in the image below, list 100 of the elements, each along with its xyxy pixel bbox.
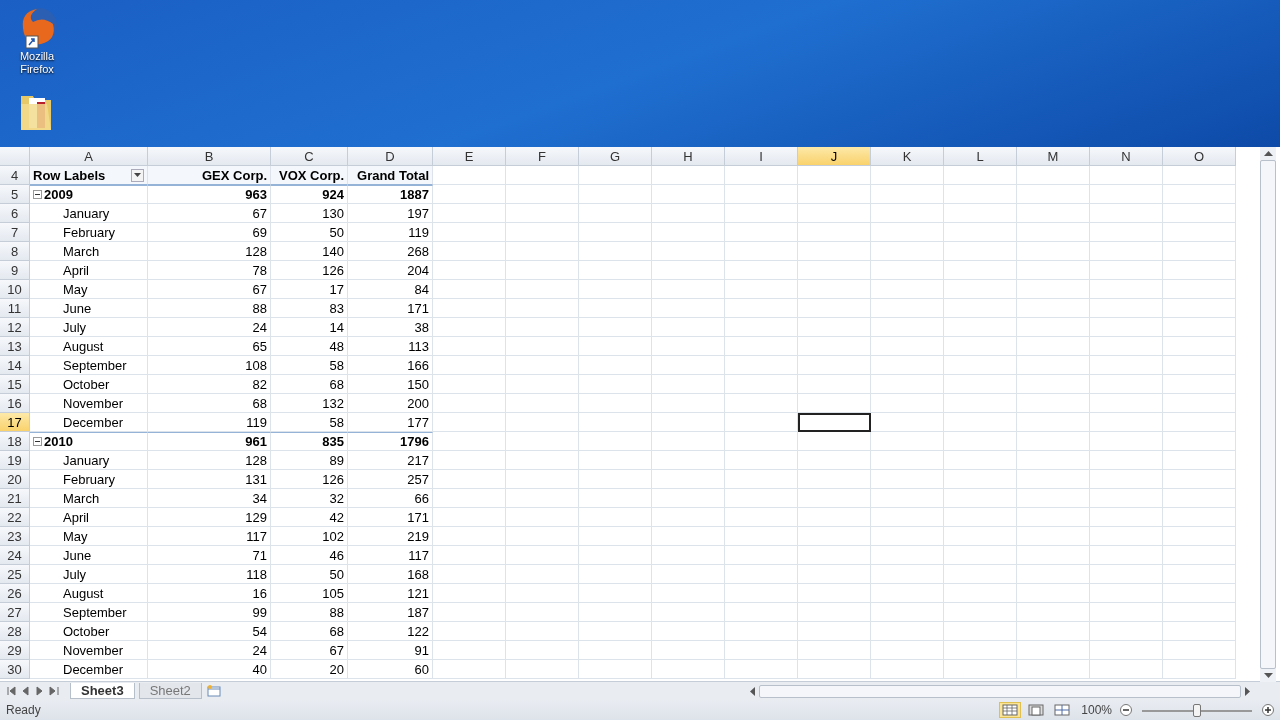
empty-cell[interactable]	[1090, 318, 1163, 337]
empty-cell[interactable]	[725, 413, 798, 432]
empty-cell[interactable]	[433, 508, 506, 527]
empty-cell[interactable]	[1017, 565, 1090, 584]
empty-cell[interactable]	[725, 622, 798, 641]
active-cell[interactable]	[798, 413, 871, 432]
row-header[interactable]: 5	[0, 185, 30, 204]
empty-cell[interactable]	[506, 546, 579, 565]
row-header[interactable]: 30	[0, 660, 30, 679]
empty-cell[interactable]	[944, 641, 1017, 660]
empty-cell[interactable]	[1017, 318, 1090, 337]
empty-cell[interactable]	[433, 432, 506, 451]
empty-cell[interactable]	[798, 622, 871, 641]
sheet-tab[interactable]: Sheet2	[138, 683, 202, 699]
empty-cell[interactable]	[506, 622, 579, 641]
empty-cell[interactable]	[871, 432, 944, 451]
empty-cell[interactable]	[871, 242, 944, 261]
empty-cell[interactable]	[798, 337, 871, 356]
empty-cell[interactable]	[506, 565, 579, 584]
empty-cell[interactable]	[1090, 413, 1163, 432]
empty-cell[interactable]	[652, 546, 725, 565]
empty-cell[interactable]	[1163, 242, 1236, 261]
empty-cell[interactable]	[871, 603, 944, 622]
empty-cell[interactable]	[1017, 432, 1090, 451]
empty-cell[interactable]	[579, 622, 652, 641]
empty-cell[interactable]	[1017, 584, 1090, 603]
empty-cell[interactable]	[1017, 394, 1090, 413]
empty-cell[interactable]	[944, 451, 1017, 470]
empty-cell[interactable]	[652, 166, 725, 185]
empty-cell[interactable]	[871, 261, 944, 280]
empty-cell[interactable]	[798, 166, 871, 185]
column-header[interactable]: K	[871, 147, 944, 166]
empty-cell[interactable]	[1090, 451, 1163, 470]
empty-cell[interactable]	[652, 489, 725, 508]
empty-cell[interactable]	[798, 508, 871, 527]
empty-cell[interactable]	[1017, 508, 1090, 527]
row-header[interactable]: 14	[0, 356, 30, 375]
empty-cell[interactable]	[506, 394, 579, 413]
empty-cell[interactable]	[1090, 261, 1163, 280]
empty-cell[interactable]	[1163, 546, 1236, 565]
empty-cell[interactable]	[1163, 470, 1236, 489]
empty-cell[interactable]	[433, 299, 506, 318]
empty-cell[interactable]	[944, 375, 1017, 394]
empty-cell[interactable]	[579, 166, 652, 185]
empty-cell[interactable]	[506, 242, 579, 261]
zoom-in-button[interactable]	[1262, 704, 1274, 716]
empty-cell[interactable]	[506, 489, 579, 508]
column-header[interactable]: F	[506, 147, 579, 166]
empty-cell[interactable]	[1090, 527, 1163, 546]
empty-cell[interactable]	[944, 546, 1017, 565]
empty-cell[interactable]	[506, 318, 579, 337]
empty-cell[interactable]	[579, 318, 652, 337]
empty-cell[interactable]	[1163, 166, 1236, 185]
column-header[interactable]: N	[1090, 147, 1163, 166]
empty-cell[interactable]	[871, 489, 944, 508]
empty-cell[interactable]	[433, 451, 506, 470]
empty-cell[interactable]	[1090, 204, 1163, 223]
empty-cell[interactable]	[725, 489, 798, 508]
empty-cell[interactable]	[433, 565, 506, 584]
collapse-icon[interactable]	[33, 437, 42, 446]
empty-cell[interactable]	[798, 546, 871, 565]
empty-cell[interactable]	[506, 204, 579, 223]
empty-cell[interactable]	[1163, 622, 1236, 641]
empty-cell[interactable]	[1163, 489, 1236, 508]
column-header[interactable]: L	[944, 147, 1017, 166]
filter-dropdown-button[interactable]	[131, 168, 144, 182]
scroll-up-icon[interactable]	[1263, 151, 1273, 156]
row-header[interactable]: 12	[0, 318, 30, 337]
empty-cell[interactable]	[725, 394, 798, 413]
row-header[interactable]: 16	[0, 394, 30, 413]
empty-cell[interactable]	[1163, 356, 1236, 375]
empty-cell[interactable]	[652, 261, 725, 280]
empty-cell[interactable]	[725, 299, 798, 318]
empty-cell[interactable]	[944, 508, 1017, 527]
empty-cell[interactable]	[652, 204, 725, 223]
empty-cell[interactable]	[1017, 299, 1090, 318]
empty-cell[interactable]	[652, 185, 725, 204]
row-header[interactable]: 18	[0, 432, 30, 451]
empty-cell[interactable]	[725, 584, 798, 603]
empty-cell[interactable]	[725, 603, 798, 622]
empty-cell[interactable]	[579, 489, 652, 508]
column-header[interactable]: O	[1163, 147, 1236, 166]
empty-cell[interactable]	[798, 394, 871, 413]
empty-cell[interactable]	[433, 470, 506, 489]
empty-cell[interactable]	[1163, 527, 1236, 546]
empty-cell[interactable]	[944, 622, 1017, 641]
empty-cell[interactable]	[433, 584, 506, 603]
empty-cell[interactable]	[1090, 223, 1163, 242]
empty-cell[interactable]	[871, 356, 944, 375]
empty-cell[interactable]	[1090, 394, 1163, 413]
empty-cell[interactable]	[579, 204, 652, 223]
empty-cell[interactable]	[579, 508, 652, 527]
empty-cell[interactable]	[1090, 166, 1163, 185]
empty-cell[interactable]	[1090, 470, 1163, 489]
empty-cell[interactable]	[579, 546, 652, 565]
empty-cell[interactable]	[652, 451, 725, 470]
empty-cell[interactable]	[798, 261, 871, 280]
empty-cell[interactable]	[1163, 641, 1236, 660]
empty-cell[interactable]	[944, 204, 1017, 223]
empty-cell[interactable]	[652, 375, 725, 394]
